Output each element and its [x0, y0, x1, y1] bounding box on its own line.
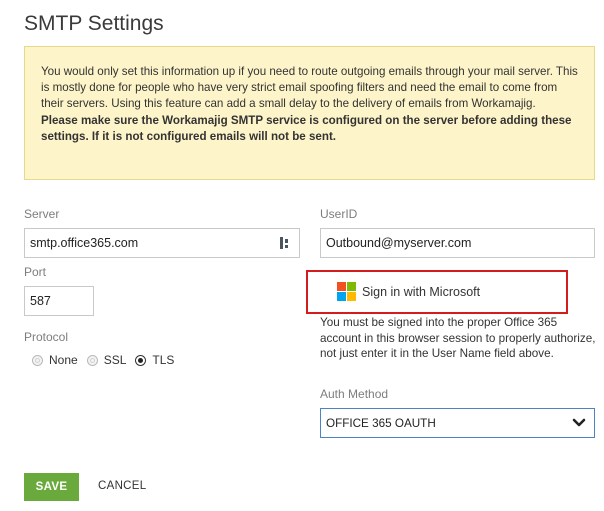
- server-input[interactable]: smtp.office365.com: [24, 228, 300, 258]
- notice-text: You would only set this information up i…: [41, 65, 578, 111]
- protocol-label: Protocol: [24, 330, 69, 344]
- protocol-option-label: SSL: [103, 353, 127, 367]
- protocol-option-label: None: [49, 353, 78, 367]
- userid-input[interactable]: Outbound@myserver.com: [320, 228, 595, 258]
- protocol-option-ssl[interactable]: SSL: [86, 353, 127, 367]
- radio-icon: [32, 354, 43, 366]
- protocol-radio-group: None SSL TLS: [32, 353, 183, 367]
- userid-label: UserID: [320, 207, 358, 221]
- sign-in-with-microsoft-button[interactable]: Sign in with Microsoft: [337, 282, 480, 301]
- cancel-button[interactable]: CANCEL: [98, 480, 146, 492]
- server-label: Server: [24, 207, 60, 221]
- radio-icon: [86, 354, 98, 366]
- chevron-down-icon: [572, 418, 586, 427]
- protocol-option-none[interactable]: None: [32, 353, 78, 367]
- port-label: Port: [24, 265, 47, 279]
- server-input-value: smtp.office365.com: [30, 236, 139, 250]
- auth-method-value: OFFICE 365 OAUTH: [326, 416, 436, 430]
- key-icon[interactable]: [279, 236, 291, 250]
- userid-input-value: Outbound@myserver.com: [326, 236, 472, 250]
- protocol-option-label: TLS: [152, 353, 175, 367]
- auth-method-select[interactable]: OFFICE 365 OAUTH: [320, 408, 595, 438]
- info-notice: You would only set this information up i…: [24, 46, 595, 180]
- port-input-value: 587: [30, 294, 51, 308]
- radio-checked-icon: [135, 354, 147, 366]
- ms-signin-label: Sign in with Microsoft: [362, 284, 481, 299]
- microsoft-logo-icon: [337, 282, 356, 301]
- notice-warning: Please make sure the Workamajig SMTP ser…: [41, 113, 572, 143]
- auth-method-label: Auth Method: [320, 387, 389, 401]
- auth-help-text: You must be signed into the proper Offic…: [320, 316, 596, 360]
- save-button[interactable]: SAVE: [24, 473, 79, 501]
- protocol-option-tls[interactable]: TLS: [135, 353, 174, 367]
- page-title: SMTP Settings: [24, 12, 164, 35]
- port-input[interactable]: 587: [24, 286, 94, 316]
